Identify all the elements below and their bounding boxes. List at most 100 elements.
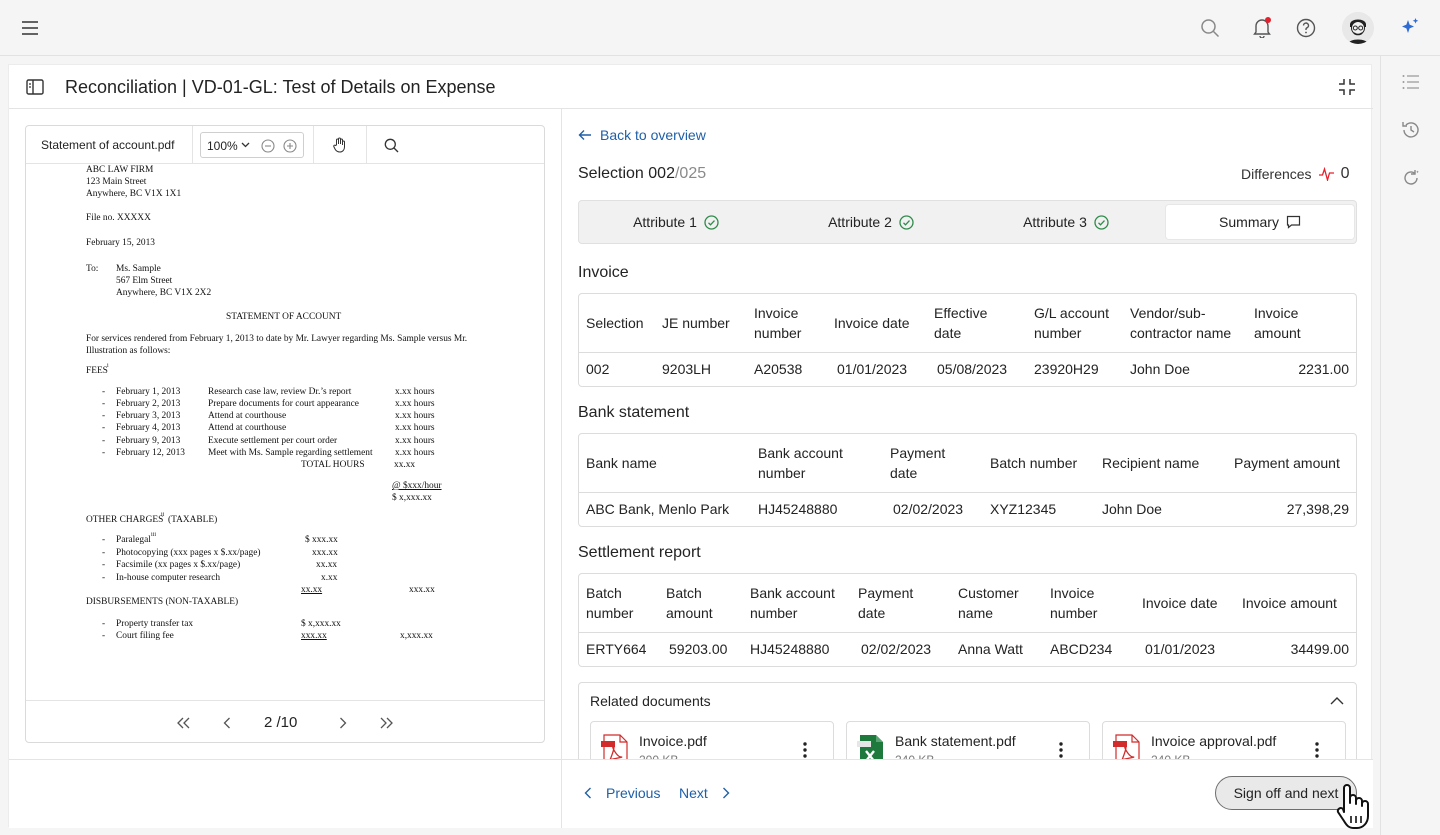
viewer-toolbar: Statement of account.pdf 100% [26,126,544,164]
table-cell: 002 [586,361,610,377]
zoom-in-icon[interactable] [283,139,297,153]
top-bar [0,0,1440,56]
table-cell: 23920H29 [1034,361,1099,377]
table-cell: ERTY664 [586,641,647,657]
more-vertical-icon[interactable] [1059,742,1063,758]
back-label: Back to overview [600,127,706,143]
table-header: Bank name Bank account number Payment da… [579,434,1356,493]
tab-label: Summary [1219,214,1279,230]
column-header: Customer name [958,585,1019,621]
chevron-down-icon [241,142,250,148]
doc-line: - [102,631,106,641]
doc-line: Anywhere, BC V1X 1X1 [86,189,182,199]
column-header: Batch number [586,585,634,621]
divider [192,126,193,164]
differences-label: Differences [1241,166,1312,182]
column-header: Vendor/sub-contractor name [1130,305,1232,341]
doc-line: xx.xx [394,460,416,470]
tab-attribute-1[interactable]: Attribute 1 [583,205,769,239]
table-cell: 9203LH [662,361,712,377]
avatar[interactable] [1342,12,1374,44]
table-cell: ABC Bank, Menlo Park [586,501,730,517]
doc-line: ii [161,512,165,518]
zoom-control[interactable]: 100% [200,132,304,158]
doc-line: February 12, 2013 [116,448,185,458]
back-to-overview-link[interactable]: Back to overview [578,127,706,143]
doc-line: xxx.xx [409,585,435,595]
page-navigator: 2 /10 [26,700,544,742]
selection-total: /025 [674,165,707,182]
differences-count: 0 [1340,165,1350,182]
check-circle-icon [1094,214,1109,230]
more-vertical-icon[interactable] [803,742,807,758]
search-icon[interactable] [379,133,403,157]
ai-sparkle-icon[interactable] [1398,16,1422,40]
tab-summary[interactable]: Summary [1166,205,1354,239]
check-circle-icon [899,214,914,230]
table-cell: HJ45248880 [750,641,830,657]
table-cell: 02/02/2023 [861,641,932,657]
doc-line: - [102,399,106,409]
invoice-section-title: Invoice [578,264,629,281]
doc-line: xx.xx [301,585,323,595]
chevron-up-icon[interactable] [1325,688,1349,712]
doc-line: Attend at courthouse [208,423,287,433]
column-header: Invoice number [754,305,802,341]
refresh-icon[interactable] [1399,166,1423,190]
tab-attribute-3[interactable]: Attribute 3 [973,205,1159,239]
column-header: Recipient name [1102,455,1200,471]
settlement-report-table: Batch number Batch amount Bank account n… [578,573,1357,667]
collapse-icon[interactable] [1335,75,1359,99]
more-vertical-icon[interactable] [1315,742,1319,758]
column-header: Batch number [990,455,1078,471]
menu-icon[interactable] [18,16,42,40]
first-page-icon[interactable] [171,711,195,735]
history-icon[interactable] [1399,118,1423,142]
doc-line: (TAXABLE) [168,515,218,525]
column-header: Invoice date [834,315,910,331]
table-cell: 27,398,29 [1286,501,1349,517]
zoom-select[interactable]: 100% [207,139,238,153]
doc-line: To: [86,264,99,274]
column-header: Effective date [934,305,988,341]
column-header: Invoice number [1050,585,1098,621]
doc-line: - [102,548,106,558]
action-footer: Previous Next Sign off and next [562,759,1373,828]
help-icon[interactable] [1294,16,1318,40]
zoom-out-icon[interactable] [261,139,275,153]
doc-line: In-house computer research [116,573,221,583]
previous-button[interactable]: Previous [584,785,660,801]
bank-statement-table: Bank name Bank account number Payment da… [578,433,1357,527]
sidebar-toggle-icon[interactable] [23,75,47,99]
table-cell: ABCD234 [1050,641,1113,657]
table-header: Batch number Batch amount Bank account n… [579,574,1356,633]
bank-section-title: Bank statement [578,404,690,421]
panel-header: Reconciliation | VD-01-GL: Test of Detai… [9,65,1373,109]
doc-line: x.xx hours [395,411,435,421]
doc-line: File no. XXXXX [86,213,151,223]
doc-line: February 3, 2013 [116,411,181,421]
doc-line: Research case law, review Dr.’s report [208,387,352,397]
doc-line: xx.xx [316,560,338,570]
doc-line: Property transfer tax [116,619,194,629]
search-icon[interactable] [1198,16,1222,40]
hand-icon[interactable] [328,133,352,157]
doc-line: x.xx hours [395,423,435,433]
next-page-icon[interactable] [331,711,355,735]
tab-attribute-2[interactable]: Attribute 2 [778,205,964,239]
column-header: JE number [662,315,730,331]
doc-line: 123 Main Street [86,177,147,187]
next-button[interactable]: Next [679,785,730,801]
column-header: Payment date [890,445,946,481]
doc-line: - [102,423,106,433]
page-title: Reconciliation | VD-01-GL: Test of Detai… [65,77,496,97]
prev-page-icon[interactable] [215,711,239,735]
table-row: ABC Bank, Menlo Park HJ45248880 02/02/20… [579,493,1356,526]
comment-icon [1286,215,1301,229]
list-icon[interactable] [1399,70,1423,94]
doc-line: x.xx hours [395,448,435,458]
last-page-icon[interactable] [375,711,399,735]
hand-cursor-icon [1336,784,1369,829]
difference-icon [1318,167,1334,181]
doc-line: iii [151,532,157,538]
